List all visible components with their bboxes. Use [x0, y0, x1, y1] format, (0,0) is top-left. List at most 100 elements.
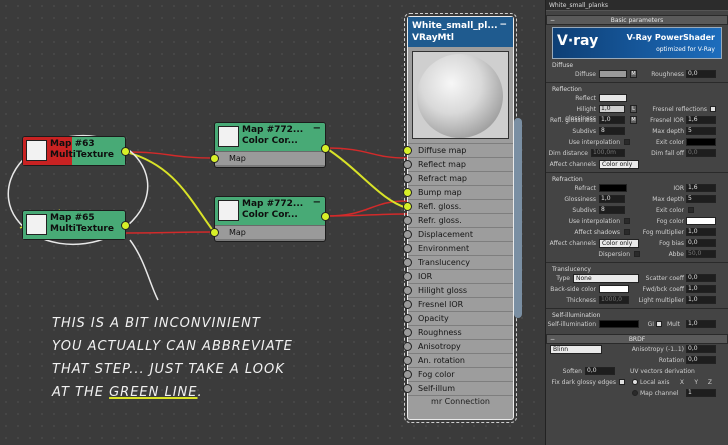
slot-input-port[interactable]	[403, 272, 412, 281]
material-slot[interactable]: Self-illum	[403, 381, 513, 395]
refr-exit-color-checkbox[interactable]	[688, 207, 694, 213]
fog-bias-input[interactable]: 0,0	[686, 239, 716, 247]
roughness-input[interactable]: 0,0	[686, 70, 716, 78]
color-correction-node-2[interactable]: Map #772... Color Cor... − Map	[210, 196, 330, 242]
thickness-input[interactable]: 1000,0	[599, 296, 629, 304]
mult-input[interactable]: 1,0	[686, 320, 716, 328]
soften-input[interactable]: 0,0	[585, 367, 615, 375]
collapse-button[interactable]: −	[313, 123, 321, 134]
slot-input-port[interactable]	[403, 244, 412, 253]
dim-falloff-input[interactable]: 0,0	[686, 149, 716, 157]
vray-node-scrollbar[interactable]	[514, 118, 522, 318]
slot-input-port[interactable]	[403, 328, 412, 337]
refr-use-interpolation-checkbox[interactable]	[624, 218, 630, 224]
slot-input-port[interactable]	[403, 300, 412, 309]
material-slot[interactable]: Refract map	[403, 171, 513, 185]
multitexture-node-2[interactable]: Map #65 MultiTexture	[22, 210, 130, 240]
material-slot[interactable]: Displacement	[403, 227, 513, 241]
refr-max-depth-input[interactable]: 5	[686, 195, 716, 203]
self-illumination-swatch[interactable]	[599, 320, 639, 328]
material-slot[interactable]: Bump map	[403, 185, 513, 199]
refl-glossiness-input[interactable]: 1,0	[599, 116, 625, 124]
input-slot-map[interactable]: Map	[210, 151, 325, 165]
z-axis-option[interactable]: Z	[702, 378, 712, 387]
slot-input-port[interactable]	[403, 216, 412, 225]
slot-input-port[interactable]	[403, 258, 412, 267]
output-port[interactable]	[321, 144, 330, 153]
output-port[interactable]	[121, 221, 130, 230]
ior-input[interactable]: 1,6	[686, 184, 716, 192]
diffuse-map-button[interactable]: M	[630, 70, 637, 78]
map-channel-radio[interactable]	[632, 390, 638, 396]
node-view-canvas[interactable]: Map #63 MultiTexture Map #65 MultiTextur…	[0, 0, 545, 445]
fresnel-reflections-checkbox[interactable]	[710, 106, 716, 112]
input-port[interactable]	[210, 154, 219, 163]
slot-input-port[interactable]	[403, 188, 412, 197]
material-slot[interactable]: Roughness	[403, 325, 513, 339]
fix-dark-glossy-edges-checkbox[interactable]	[619, 379, 625, 385]
slot-input-port[interactable]	[403, 286, 412, 295]
slot-input-port[interactable]	[403, 174, 412, 183]
affect-channels-dropdown[interactable]: Color only	[599, 160, 639, 169]
refr-subdivs-input[interactable]: 8	[599, 206, 625, 214]
material-slot[interactable]: Translucency	[403, 255, 513, 269]
hilight-lock-button[interactable]: L	[630, 105, 637, 113]
vraymtl-node[interactable]: White_small_pl... VRayMtl − Diffuse map R…	[403, 13, 517, 423]
material-slot[interactable]: Anisotropy	[403, 339, 513, 353]
material-slot[interactable]: Diffuse map	[403, 143, 513, 157]
fog-multiplier-input[interactable]: 1,0	[686, 228, 716, 236]
abbe-input[interactable]: 50,0	[686, 250, 716, 258]
material-slot[interactable]: Refr. gloss.	[403, 213, 513, 227]
slot-input-port[interactable]	[403, 202, 412, 211]
brdf-type-dropdown[interactable]: Blinn	[550, 345, 602, 354]
fresnel-ior-input[interactable]: 1,6	[686, 116, 716, 124]
scatter-coeff-input[interactable]: 0,0	[686, 274, 716, 282]
light-multiplier-input[interactable]: 1,0	[686, 296, 716, 304]
slot-input-port[interactable]	[403, 384, 412, 393]
material-slot[interactable]: An. rotation	[403, 353, 513, 367]
collapse-button[interactable]: −	[499, 19, 507, 31]
brdf-rollout[interactable]: − BRDF	[546, 334, 728, 344]
material-slot[interactable]: IOR	[403, 269, 513, 283]
local-axis-radio[interactable]	[632, 379, 638, 385]
color-correction-node-1[interactable]: Map #772... Color Cor... − Map	[210, 122, 330, 168]
slot-input-port[interactable]	[403, 356, 412, 365]
rollout-toggle[interactable]: −	[550, 16, 555, 25]
glossiness-input[interactable]: 1,0	[599, 195, 625, 203]
max-depth-input[interactable]: 5	[686, 127, 716, 135]
back-side-color-swatch[interactable]	[599, 285, 629, 293]
output-port[interactable]	[321, 212, 330, 221]
slot-input-port[interactable]	[403, 342, 412, 351]
material-slot[interactable]: Fog color	[403, 367, 513, 381]
translucency-type-dropdown[interactable]: None	[573, 274, 639, 283]
basic-parameters-rollout[interactable]: − Basic parameters	[546, 15, 728, 25]
gi-checkbox[interactable]	[656, 321, 662, 327]
anisotropy-input[interactable]: 0,0	[686, 345, 716, 353]
material-slot[interactable]: Fresnel IOR	[403, 297, 513, 311]
input-slot-map[interactable]: Map	[210, 225, 325, 239]
slot-input-port[interactable]	[403, 160, 412, 169]
slot-input-port[interactable]	[403, 314, 412, 323]
slot-input-port[interactable]	[403, 370, 412, 379]
material-slot[interactable]: Refl. gloss.	[403, 199, 513, 213]
material-slot[interactable]: Opacity	[403, 311, 513, 325]
dim-distance-input[interactable]: 100,0m	[591, 149, 625, 157]
material-slot[interactable]: Environment	[403, 241, 513, 255]
rotation-input[interactable]: 0,0	[686, 356, 716, 364]
map-channel-input[interactable]: 1	[686, 389, 716, 397]
refract-color-swatch[interactable]	[599, 184, 627, 192]
hilight-glossiness-input[interactable]: 1,0	[599, 105, 625, 113]
fwd-bck-coeff-input[interactable]: 1,0	[686, 285, 716, 293]
material-name-field[interactable]: White_small_planks	[546, 0, 728, 11]
mr-connection-footer[interactable]: mr Connection	[408, 395, 513, 407]
reflect-color-swatch[interactable]	[599, 94, 627, 102]
diffuse-color-swatch[interactable]	[599, 70, 627, 78]
dispersion-checkbox[interactable]	[634, 251, 640, 257]
subdivs-input[interactable]: 8	[599, 127, 625, 135]
material-slot[interactable]: Reflect map	[403, 157, 513, 171]
multitexture-node-1[interactable]: Map #63 MultiTexture	[22, 136, 130, 166]
wire-multitex2-to-colorcor2[interactable]	[125, 231, 215, 234]
affect-shadows-checkbox[interactable]	[624, 229, 630, 235]
refl-gloss-map-button[interactable]: M	[630, 116, 637, 124]
slot-input-port[interactable]	[403, 230, 412, 239]
